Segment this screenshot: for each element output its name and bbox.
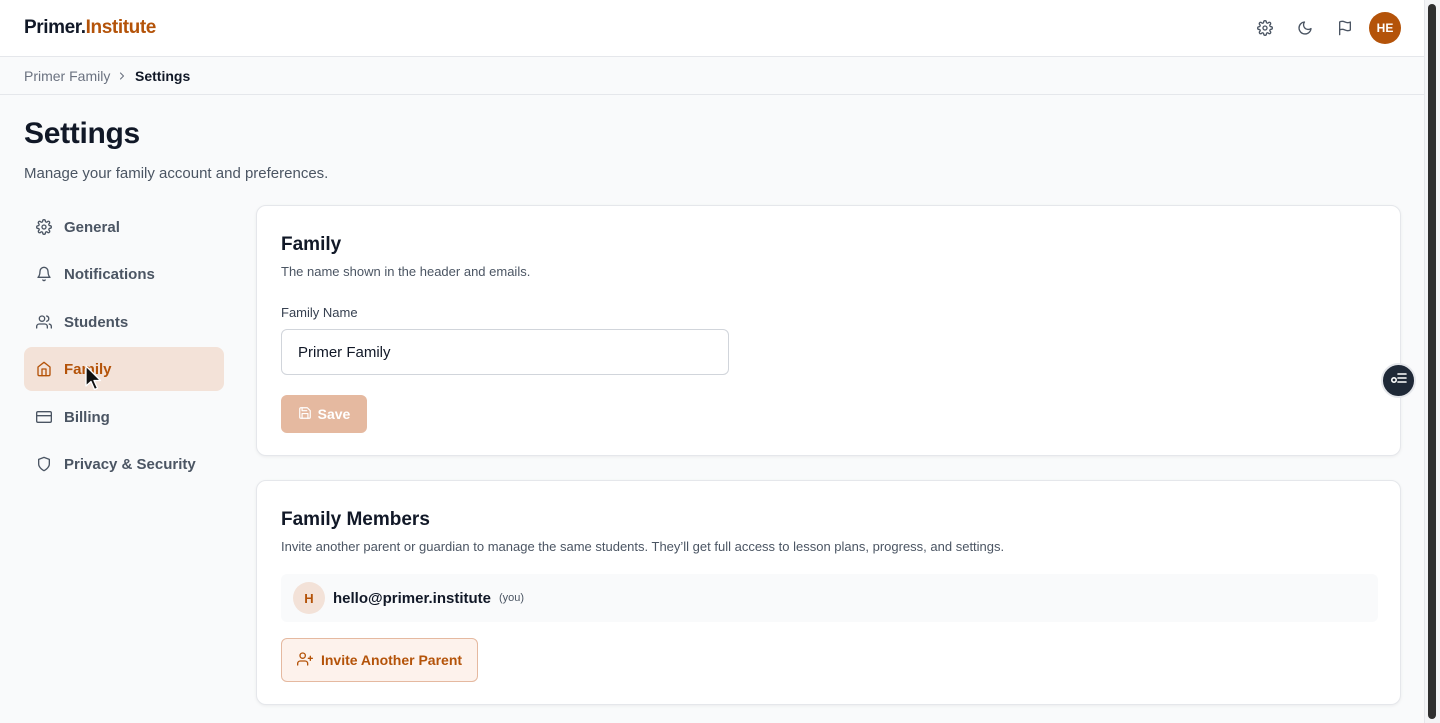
page-subtitle: Manage your family account and preferenc…	[24, 165, 329, 182]
save-button-label: Save	[317, 406, 351, 422]
family-card: Family The name shown in the header and …	[256, 205, 1401, 456]
family-card-title: Family	[281, 234, 342, 255]
list-item: H hello@primer.institute (you)	[281, 574, 1378, 622]
flag-icon[interactable]	[1335, 18, 1355, 38]
family-card-description: The name shown in the header and emails.	[281, 264, 531, 279]
page-title: Settings	[24, 117, 140, 150]
family-members-description: Invite another parent or guardian to man…	[281, 539, 1005, 554]
invite-button-label: Invite Another Parent	[320, 652, 463, 668]
sidebar-item-label: General	[64, 218, 120, 236]
sidebar-item-students[interactable]: Students	[24, 300, 224, 344]
credit-card-icon	[36, 409, 52, 425]
breadcrumb-primer-family[interactable]: Primer Family	[24, 68, 110, 84]
family-members-card: Family Members Invite another parent or …	[256, 480, 1401, 705]
sidebar-item-general[interactable]: General	[24, 205, 224, 249]
sidebar-item-family[interactable]: Family	[24, 347, 224, 391]
user-avatar[interactable]: HE	[1369, 12, 1401, 44]
mouse-cursor-icon	[85, 365, 103, 396]
gear-icon[interactable]	[1255, 18, 1275, 38]
toggle-list-icon	[1390, 371, 1408, 390]
scrollbar-thumb[interactable]	[1428, 4, 1436, 719]
sidebar-item-label: Privacy & Security	[64, 455, 196, 473]
user-plus-icon	[296, 651, 313, 670]
sidebar-item-label: Notifications	[64, 265, 155, 283]
family-members-title: Family Members	[281, 509, 430, 530]
sidebar-item-label: Students	[64, 313, 129, 331]
logo-text-institute: Institute	[85, 17, 157, 38]
logo-text-primer: Primer.	[24, 17, 86, 38]
app-logo[interactable]: Primer.Institute	[24, 17, 156, 39]
member-you-tag: (you)	[498, 592, 525, 604]
save-icon	[298, 406, 312, 423]
gear-icon	[36, 219, 52, 235]
breadcrumb-settings: Settings	[135, 68, 191, 84]
family-name-input[interactable]	[281, 329, 729, 375]
sidebar-item-notifications[interactable]: Notifications	[24, 252, 224, 296]
breadcrumb: Primer Family Settings	[0, 57, 1424, 95]
avatar: H	[293, 582, 325, 614]
top-bar: Primer.Institute HE	[0, 0, 1424, 57]
family-name-label: Family Name	[281, 305, 358, 320]
sidebar-item-billing[interactable]: Billing	[24, 395, 224, 439]
sidebar-item-label: Billing	[64, 408, 110, 426]
floating-toggle-button[interactable]	[1381, 363, 1416, 398]
chevron-right-icon	[116, 69, 128, 87]
save-button[interactable]: Save	[281, 395, 367, 433]
invite-another-parent-button[interactable]: Invite Another Parent	[281, 638, 478, 682]
sidebar-item-privacy-security[interactable]: Privacy & Security	[24, 442, 224, 486]
member-email: hello@primer.institute	[333, 589, 491, 607]
users-icon	[36, 314, 52, 330]
home-icon	[36, 361, 52, 377]
bell-icon	[36, 266, 52, 282]
moon-icon[interactable]	[1295, 18, 1315, 38]
shield-icon	[36, 456, 52, 472]
